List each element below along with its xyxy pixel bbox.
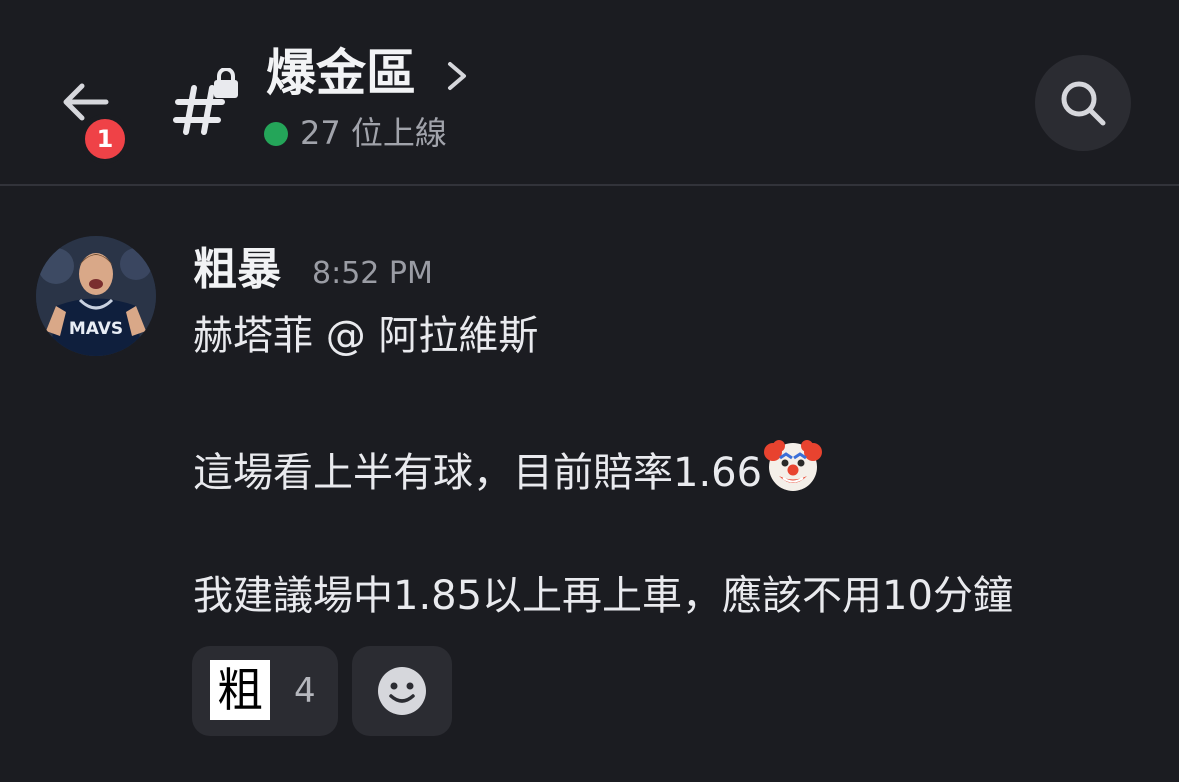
- reaction-emoji: 粗: [210, 660, 270, 720]
- message-line-3: 我建議場中1.85以上再上車，應該不用10分鐘: [193, 573, 1013, 619]
- search-icon: [1061, 81, 1106, 126]
- online-status-dot: [264, 122, 288, 146]
- channel-name[interactable]: 爆金區: [266, 38, 416, 108]
- message-line-2-text: 這場看上半有球，目前賠率1.66: [193, 450, 763, 496]
- message-timestamp: 8:52 PM: [312, 256, 433, 291]
- svg-text:MAVS: MAVS: [69, 319, 123, 339]
- clown-face-emoji-icon: [764, 436, 823, 511]
- chat-screen: 1 爆金區 27 位上線 MAVS 粗暴 8:52 PM 赫塔菲 @ 阿拉維斯 …: [0, 0, 1179, 782]
- search-button[interactable]: [1035, 55, 1131, 151]
- avatar[interactable]: MAVS: [36, 236, 156, 356]
- message-line-2: 這場看上半有球，目前賠率1.66: [193, 436, 823, 511]
- add-reaction-button[interactable]: [352, 646, 452, 736]
- channel-header: 1 爆金區 27 位上線: [0, 0, 1179, 186]
- chevron-right-icon[interactable]: [442, 58, 472, 94]
- reaction-count: 4: [294, 671, 316, 711]
- smiley-icon: [378, 667, 426, 715]
- message-author[interactable]: 粗暴: [193, 240, 281, 300]
- locked-hashtag-icon: [172, 67, 242, 138]
- reaction-chip[interactable]: 粗 4: [192, 646, 338, 736]
- unread-badge: 1: [80, 114, 130, 164]
- message-line-1: 赫塔菲 @ 阿拉維斯: [193, 313, 539, 359]
- header-divider: [0, 184, 1179, 186]
- online-member-count: 27 位上線: [300, 114, 447, 152]
